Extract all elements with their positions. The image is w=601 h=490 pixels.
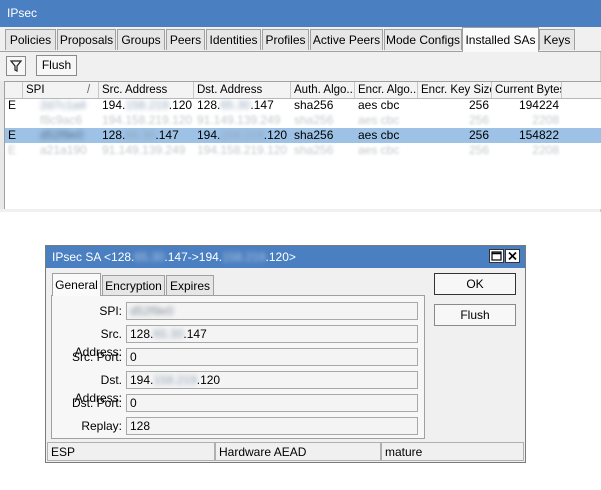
row-spi: a21a190 <box>40 143 87 157</box>
src-address-label: Src. Address: <box>74 327 122 359</box>
row-src-address: 128.65.30.147 <box>102 128 179 142</box>
column-header-spi[interactable]: SPI / <box>23 82 99 98</box>
tab-groups[interactable]: Groups <box>117 29 165 50</box>
column-header-auth-algo[interactable]: Auth. Algo... <box>291 82 355 98</box>
filter-icon <box>10 60 22 72</box>
row-spi: 2d7c1a4 <box>40 98 87 112</box>
table-header: SPI / Src. Address Dst. Address Auth. Al… <box>5 82 601 99</box>
row-current-bytes: 154822 <box>518 128 559 142</box>
ipsec-window: IPsec Policies Proposals Groups Peers Id… <box>0 0 601 212</box>
row-encr-algo: aes cbc <box>358 113 400 127</box>
tab-peers[interactable]: Peers <box>166 29 205 50</box>
general-panel: SPI: d52f9e0 Src. Address: 128.65.30.147… <box>51 295 425 439</box>
row-dst-address: 194.158.219.120 <box>197 128 288 142</box>
sort-indicator-icon: / <box>87 84 91 96</box>
row-encr-algo: aes cbc <box>358 128 400 142</box>
dst-port-field[interactable]: 0 <box>126 394 418 412</box>
tab-bar: Policies Proposals Groups Peers Identiti… <box>0 27 601 52</box>
row-dst-address: 194.158.219.120 <box>197 143 288 157</box>
window-titlebar[interactable]: IPsec <box>0 0 601 27</box>
row-encr-algo: aes cbc <box>358 143 400 157</box>
row-dst-address: 91.149.139.249 <box>197 113 281 127</box>
row-auth-algo: sha256 <box>294 143 334 157</box>
row-auth-algo: sha256 <box>294 113 334 127</box>
src-address-field[interactable]: 128.65.30.147 <box>126 325 418 343</box>
row-src-address: 194.158.219.120 <box>102 98 193 112</box>
column-header-src-address[interactable]: Src. Address <box>99 82 194 98</box>
replay-field[interactable]: 128 <box>126 417 418 435</box>
row-key-size: 256 <box>468 128 489 142</box>
dialog-title: IPsec SA <128.65.30.147->194.158.219.120… <box>52 250 296 264</box>
row-key-size: 256 <box>468 113 489 127</box>
column-header-encr-key-size[interactable]: Encr. Key Size <box>418 82 492 98</box>
ipsec-sa-dialog: IPsec SA <128.65.30.147->194.158.219.120… <box>45 245 526 463</box>
table-row[interactable]: E 2d7c1a4 194.158.219.120 128.65.30.147 … <box>5 98 601 113</box>
row-flag: E <box>8 128 17 142</box>
tab-proposals[interactable]: Proposals <box>57 29 116 50</box>
flush-button[interactable]: Flush <box>36 55 77 76</box>
status-hardware: Hardware AEAD <box>215 442 381 461</box>
restore-icon <box>491 251 502 261</box>
filter-button[interactable] <box>6 56 26 76</box>
table-row[interactable]: E a21a190 91.149.139.249 194.158.219.120… <box>5 143 601 158</box>
row-dst-address: 128.65.30.147 <box>197 98 274 112</box>
row-flag: E <box>8 98 17 112</box>
spi-label: SPI: <box>99 304 122 318</box>
tab-installed-sas[interactable]: Installed SAs <box>462 27 539 52</box>
row-src-address: 194.158.219.120 <box>102 113 193 127</box>
dst-port-label: Dst. Port: <box>71 396 122 410</box>
dialog-tab-bar: General Encryption Expires <box>46 273 426 296</box>
dialog-tab-encryption[interactable]: Encryption <box>102 275 165 295</box>
table-row-selected[interactable]: E d52f9e0 128.65.30.147 194.158.219.120 … <box>5 128 601 143</box>
column-header-encr-algo[interactable]: Encr. Algo... <box>355 82 418 98</box>
column-header-dst-address[interactable]: Dst. Address <box>194 82 291 98</box>
dst-address-label: Dst. Address: <box>74 373 122 405</box>
row-encr-algo: aes cbc <box>358 98 400 112</box>
tab-profiles[interactable]: Profiles <box>262 29 309 50</box>
restore-button[interactable] <box>489 249 504 263</box>
dialog-flush-button[interactable]: Flush <box>434 304 516 326</box>
window-title: IPsec <box>7 6 38 20</box>
row-src-address: 91.149.139.249 <box>102 143 186 157</box>
row-flag: E <box>8 143 17 157</box>
src-port-field[interactable]: 0 <box>126 348 418 366</box>
toolbar: Flush <box>0 52 601 80</box>
tab-policies[interactable]: Policies <box>5 29 56 50</box>
ok-button[interactable]: OK <box>434 273 516 295</box>
row-flag <box>5 113 23 128</box>
flag-column-header[interactable] <box>5 82 23 98</box>
replay-label: Replay: <box>81 419 122 433</box>
tab-active-peers[interactable]: Active Peers <box>310 29 383 50</box>
row-current-bytes: 194224 <box>518 98 559 112</box>
column-header-current-bytes[interactable]: Current Bytes <box>492 82 562 98</box>
row-current-bytes: 2208 <box>532 113 559 127</box>
status-bar: ESP Hardware AEAD mature <box>47 442 524 462</box>
installed-sas-table: SPI / Src. Address Dst. Address Auth. Al… <box>4 81 601 209</box>
status-state: mature <box>381 442 524 461</box>
dst-address-field[interactable]: 194.158.219.120 <box>126 371 418 389</box>
close-icon <box>508 251 517 261</box>
row-spi: f8c9ac6 <box>40 113 83 127</box>
dialog-titlebar[interactable]: IPsec SA <128.65.30.147->194.158.219.120… <box>46 246 525 268</box>
row-auth-algo: sha256 <box>294 128 334 142</box>
dialog-tab-expires[interactable]: Expires <box>166 275 214 295</box>
tab-keys[interactable]: Keys <box>539 29 575 50</box>
row-auth-algo: sha256 <box>294 98 334 112</box>
tab-identities[interactable]: Identities <box>206 29 261 50</box>
src-port-label: Src. Port: <box>71 350 122 364</box>
spi-field[interactable]: d52f9e0 <box>126 302 418 320</box>
close-button[interactable] <box>505 249 520 263</box>
row-current-bytes: 2208 <box>532 143 559 157</box>
row-key-size: 256 <box>468 143 489 157</box>
tab-mode-configs[interactable]: Mode Configs <box>384 29 462 50</box>
status-protocol: ESP <box>47 442 215 461</box>
dialog-tab-general[interactable]: General <box>52 273 101 296</box>
row-key-size: 256 <box>468 98 489 112</box>
table-row[interactable]: f8c9ac6 194.158.219.120 91.149.139.249 s… <box>5 113 601 128</box>
row-spi: d52f9e0 <box>40 128 84 142</box>
